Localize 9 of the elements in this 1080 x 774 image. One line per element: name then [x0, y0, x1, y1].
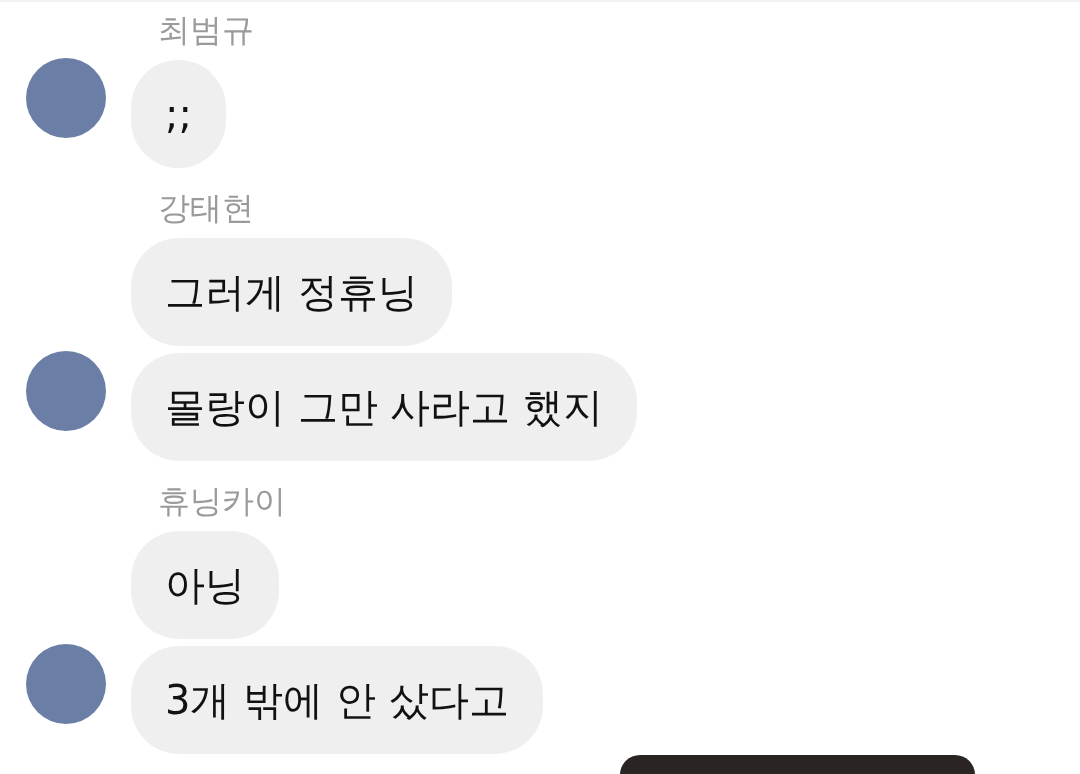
- photo-placeholder[interactable]: [620, 755, 975, 774]
- sender-name: 강태현: [158, 190, 255, 226]
- sender-name: 휴닝카이: [158, 483, 287, 519]
- message-bubble: 그러게 정휴닝: [131, 238, 452, 346]
- message-bubble: 3개 밖에 안 샀다고: [131, 646, 543, 754]
- message-bubble: ;;: [131, 60, 226, 168]
- message-bubble: 아닝: [131, 531, 279, 639]
- message-bubble: 몰랑이 그만 사라고 했지: [131, 353, 638, 461]
- sender-name: 최범규: [158, 12, 255, 48]
